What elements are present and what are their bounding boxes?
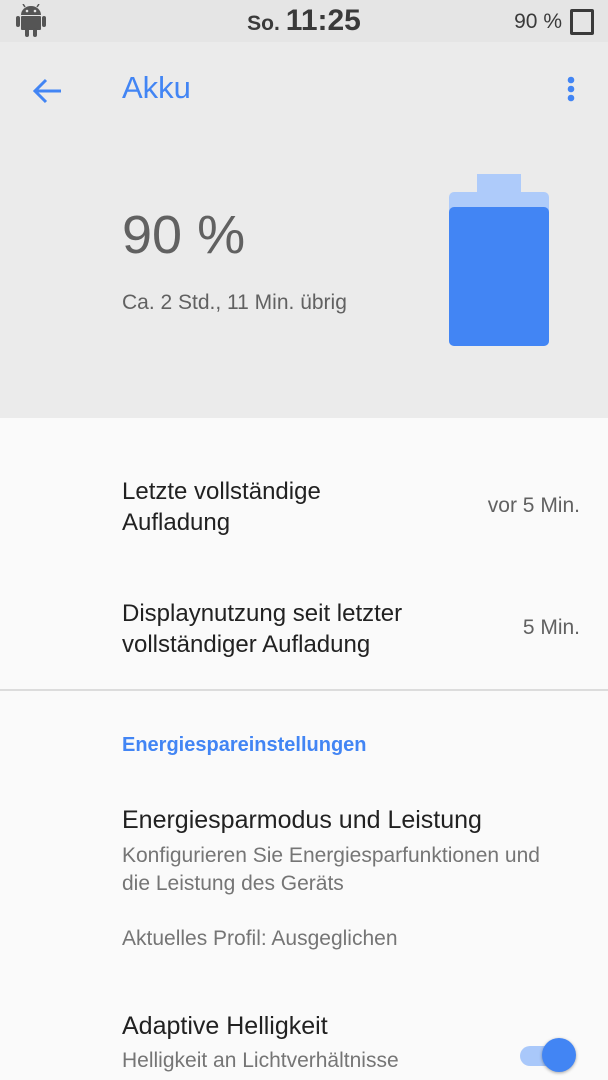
toggle-thumb (542, 1038, 576, 1072)
power-saving-mode-title: Energiesparmodus und Leistung (122, 806, 482, 834)
adaptive-brightness-title: Adaptive Helligkeit (122, 1012, 328, 1040)
last-full-charge-label: Letzte vollständige Aufladung (122, 478, 321, 536)
power-saving-mode-item[interactable]: Energiesparmodus und Leistung Konfigurie… (0, 800, 608, 960)
battery-header: Akku 90 % Ca. 2 Std., 11 Min. übrig (0, 42, 608, 418)
current-profile-text: Aktuelles Profil: Ausgeglichen (122, 927, 398, 950)
last-full-charge-value: vor 5 Min. (487, 494, 580, 517)
adaptive-brightness-item[interactable]: Adaptive Helligkeit Helligkeit an Lichtv… (0, 1000, 608, 1080)
more-vert-icon[interactable] (556, 70, 586, 110)
adaptive-brightness-toggle[interactable] (520, 1038, 578, 1074)
section-title: Energiespareinstellungen (122, 734, 367, 756)
screen-usage-label: Displaynutzung seit letzter vollständige… (122, 600, 403, 658)
clock-day: So. (247, 12, 280, 35)
battery-percent: 90 % (122, 205, 246, 265)
last-full-charge-row[interactable]: Letzte vollständige Aufladung vor 5 Min. (0, 476, 608, 566)
battery-remaining: Ca. 2 Std., 11 Min. übrig (122, 291, 347, 314)
divider (0, 689, 608, 691)
screen-usage-row[interactable]: Displaynutzung seit letzter vollständige… (0, 598, 608, 688)
status-bar: So. 11:25 90 % (0, 0, 608, 42)
battery-level-fill (449, 207, 549, 346)
screen-usage-value: 5 Min. (522, 616, 580, 639)
arrow-back-icon[interactable] (24, 68, 70, 114)
battery-level-icon (449, 174, 549, 346)
power-saving-mode-summary: Konfigurieren Sie Energiesparfunktionen … (122, 844, 540, 895)
status-battery-text: 90 % (514, 10, 562, 33)
page-title: Akku (122, 70, 191, 105)
clock-time: 11:25 (285, 4, 361, 37)
adaptive-brightness-summary: Helligkeit an Lichtverhältnisse (122, 1049, 399, 1072)
battery-outline-icon (570, 9, 594, 35)
